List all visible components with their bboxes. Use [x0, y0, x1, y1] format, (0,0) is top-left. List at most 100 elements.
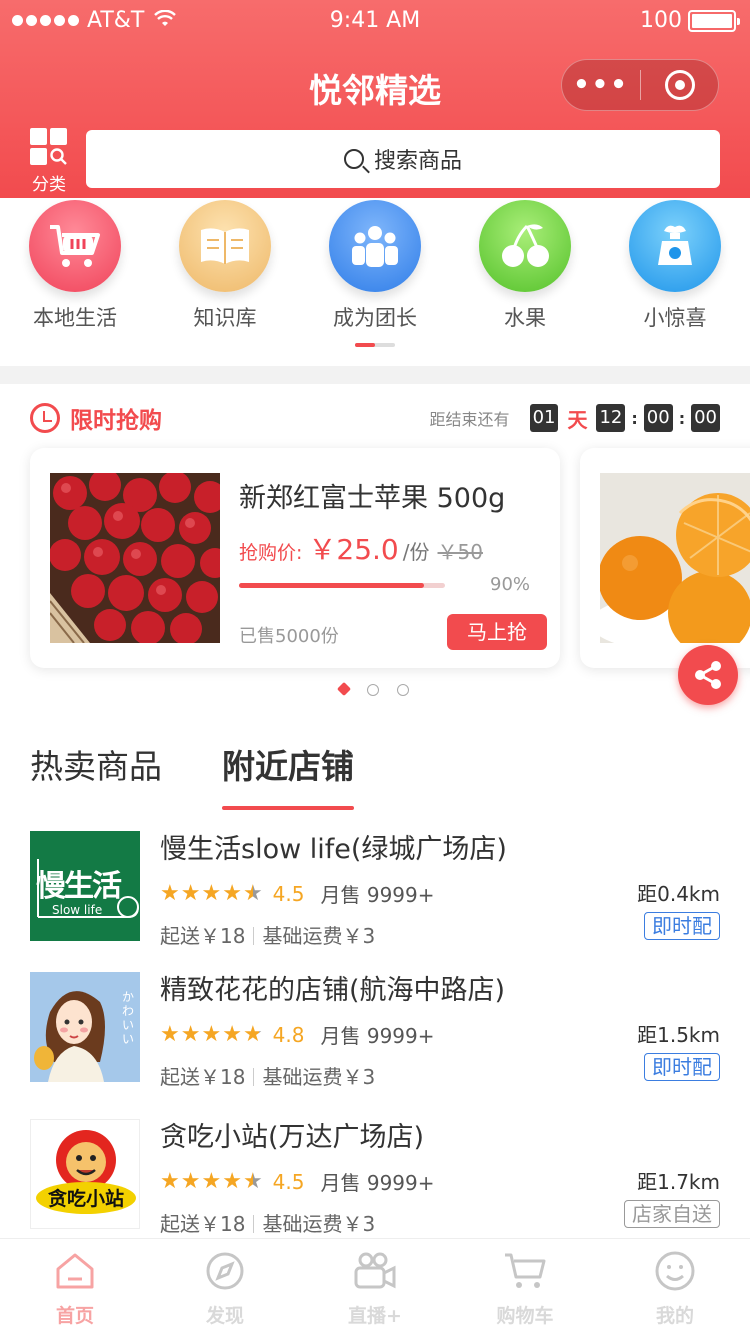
status-right: 100	[640, 8, 740, 33]
store-fees: 起送￥18 基础运费￥3	[160, 1208, 375, 1237]
basket-icon	[29, 200, 121, 292]
status-bar: AT&T 9:41 AM 100	[0, 6, 750, 36]
category-label: 分类	[32, 175, 66, 195]
store-name: 贪吃小站(万达广场店)	[160, 1122, 425, 1153]
delivery-tag: 即时配	[644, 912, 720, 940]
min-order: 起送￥18	[160, 1065, 246, 1089]
countdown-seconds: 00	[691, 404, 720, 432]
category-button[interactable]: 分类	[26, 128, 72, 195]
store-distance: 距1.5km	[637, 1023, 720, 1047]
category-label: 知识库	[193, 306, 257, 330]
flash-deal-card[interactable]: 新郑红富士苹果 500g 抢购价: ￥25.0 /份 ￥50 90% 已售500…	[30, 448, 560, 668]
flash-deal-card-next[interactable]	[580, 448, 750, 668]
store-fees: 起送￥18 基础运费￥3	[160, 920, 375, 949]
tab-live[interactable]: 直播+	[300, 1239, 450, 1334]
product-name: 新郑红富士苹果 500g	[239, 483, 506, 514]
store-name: 精致花花的店铺(航海中路店)	[160, 975, 506, 1006]
close-program-button[interactable]	[641, 70, 718, 100]
rating-score: 4.5	[272, 881, 305, 906]
store-distance: 距0.4km	[637, 882, 720, 906]
star-rating: ★ ★ ★ ★ ★	[160, 880, 263, 906]
share-icon	[695, 661, 721, 689]
share-button[interactable]	[678, 645, 738, 705]
swiper-dot	[397, 684, 409, 696]
base-fee: 基础运费￥3	[262, 924, 376, 948]
category-item-fruit[interactable]: 水果	[450, 198, 600, 332]
tab-home[interactable]: 首页	[0, 1239, 150, 1334]
star-icon: ★	[160, 1021, 180, 1047]
price-label: 抢购价:	[239, 542, 303, 564]
category-item-surprise[interactable]: 小惊喜	[600, 198, 750, 332]
tab-label: 我的	[655, 1305, 694, 1327]
monthly-sales: 月售 9999+	[320, 1024, 435, 1048]
category-item-knowledge[interactable]: 知识库	[150, 198, 300, 332]
star-icon: ★	[201, 880, 222, 906]
more-icon[interactable]: •••	[562, 70, 640, 100]
buy-now-button[interactable]: 马上抢	[447, 614, 547, 650]
star-icon: ★	[242, 1021, 263, 1047]
star-icon: ★	[201, 1168, 222, 1194]
category-grid-icon	[30, 128, 68, 166]
countdown-days: 01	[529, 404, 559, 432]
tab-nearby-stores[interactable]: 附近店铺	[222, 740, 354, 810]
star-icon: ★	[222, 1168, 242, 1194]
countdown-separator: :	[631, 408, 638, 428]
star-rating: ★ ★ ★ ★ ★	[160, 1168, 263, 1194]
star-icon: ★	[160, 880, 180, 906]
store-distance: 距1.7km	[637, 1170, 720, 1194]
star-icon: ★	[242, 1168, 263, 1194]
star-icon: ★	[180, 1021, 201, 1047]
tab-profile[interactable]: 我的	[600, 1239, 750, 1334]
fee-divider	[253, 1215, 255, 1233]
tab-hot-products[interactable]: 热卖商品	[30, 740, 162, 788]
flash-sale-header: 限时抢购 距结束还有 01 天 12 : 00 : 00	[30, 398, 720, 438]
monthly-sales: 月售 9999+	[320, 1171, 435, 1195]
category-item-become-leader[interactable]: 成为团长	[300, 198, 450, 332]
store-rating: ★ ★ ★ ★ ★ 4.5 月售 9999+	[160, 879, 435, 908]
bottom-tab-bar: 首页 发现 直播+ 购物车 我的	[0, 1238, 750, 1334]
store-logo: かわいい	[30, 972, 140, 1082]
delivery-tag: 店家自送	[624, 1200, 720, 1228]
store-row[interactable]: 贪吃小站 贪吃小站(万达广场店) ★ ★ ★ ★ ★ 4.5 月售 9999+ 起送￥1…	[30, 1119, 720, 1236]
progress-percent: 90%	[490, 574, 531, 595]
category-label: 小惊喜	[643, 306, 707, 330]
battery-icon	[688, 9, 740, 32]
countdown-hours: 12	[596, 404, 626, 432]
flash-sale-title: 限时抢购	[70, 408, 162, 434]
price-row: 抢购价: ￥25.0 /份 ￥50	[239, 528, 483, 568]
category-row: 本地生活 知识库 成为团长 水果 小惊喜	[0, 198, 750, 332]
app-screen: AT&T 9:41 AM 100 悦邻精选 ••• 分类 搜索商品 本地生活 知…	[0, 0, 750, 1334]
star-icon: ★	[242, 880, 263, 906]
star-icon: ★	[180, 880, 201, 906]
book-icon	[179, 200, 271, 292]
home-icon	[0, 1249, 150, 1293]
category-page-indicator	[355, 343, 395, 347]
tab-cart[interactable]: 购物车	[450, 1239, 600, 1334]
tab-label: 发现	[205, 1305, 244, 1327]
countdown-minutes: 00	[643, 404, 673, 432]
tab-label: 购物车	[496, 1305, 554, 1327]
tab-discover[interactable]: 发现	[150, 1239, 300, 1334]
sale-price: ￥25.0	[308, 533, 399, 566]
profile-icon	[600, 1249, 750, 1293]
store-logo: 慢生活 Slow life	[30, 831, 140, 941]
sold-count: 已售5000份	[239, 626, 339, 647]
section-divider	[0, 366, 750, 384]
search-bar[interactable]: 搜索商品	[86, 130, 720, 188]
category-item-local-life[interactable]: 本地生活	[0, 198, 150, 332]
store-logo-text: 贪吃小站	[47, 1188, 124, 1210]
target-icon	[664, 70, 695, 100]
price-unit: /份	[402, 540, 430, 564]
star-rating: ★ ★ ★ ★ ★	[160, 1021, 263, 1047]
product-image-oranges	[600, 473, 750, 643]
store-logo-text: かわいい	[122, 990, 135, 1046]
base-fee: 基础运费￥3	[262, 1065, 376, 1089]
store-row[interactable]: かわいい 精致花花的店铺(航海中路店) ★ ★ ★ ★ ★ 4.8 月售 9999+ 起…	[30, 972, 720, 1089]
star-icon: ★	[160, 1168, 180, 1194]
store-row[interactable]: 慢生活 Slow life 慢生活slow life(绿城广场店) ★ ★ ★ ★ ★ …	[30, 831, 720, 948]
store-rating: ★ ★ ★ ★ ★ 4.8 月售 9999+	[160, 1020, 435, 1049]
battery-level: 100	[640, 8, 682, 33]
clock-icon	[30, 403, 60, 433]
status-time: 9:41 AM	[329, 8, 421, 33]
countdown: 距结束还有 01 天 12 : 00 : 00	[430, 404, 720, 433]
